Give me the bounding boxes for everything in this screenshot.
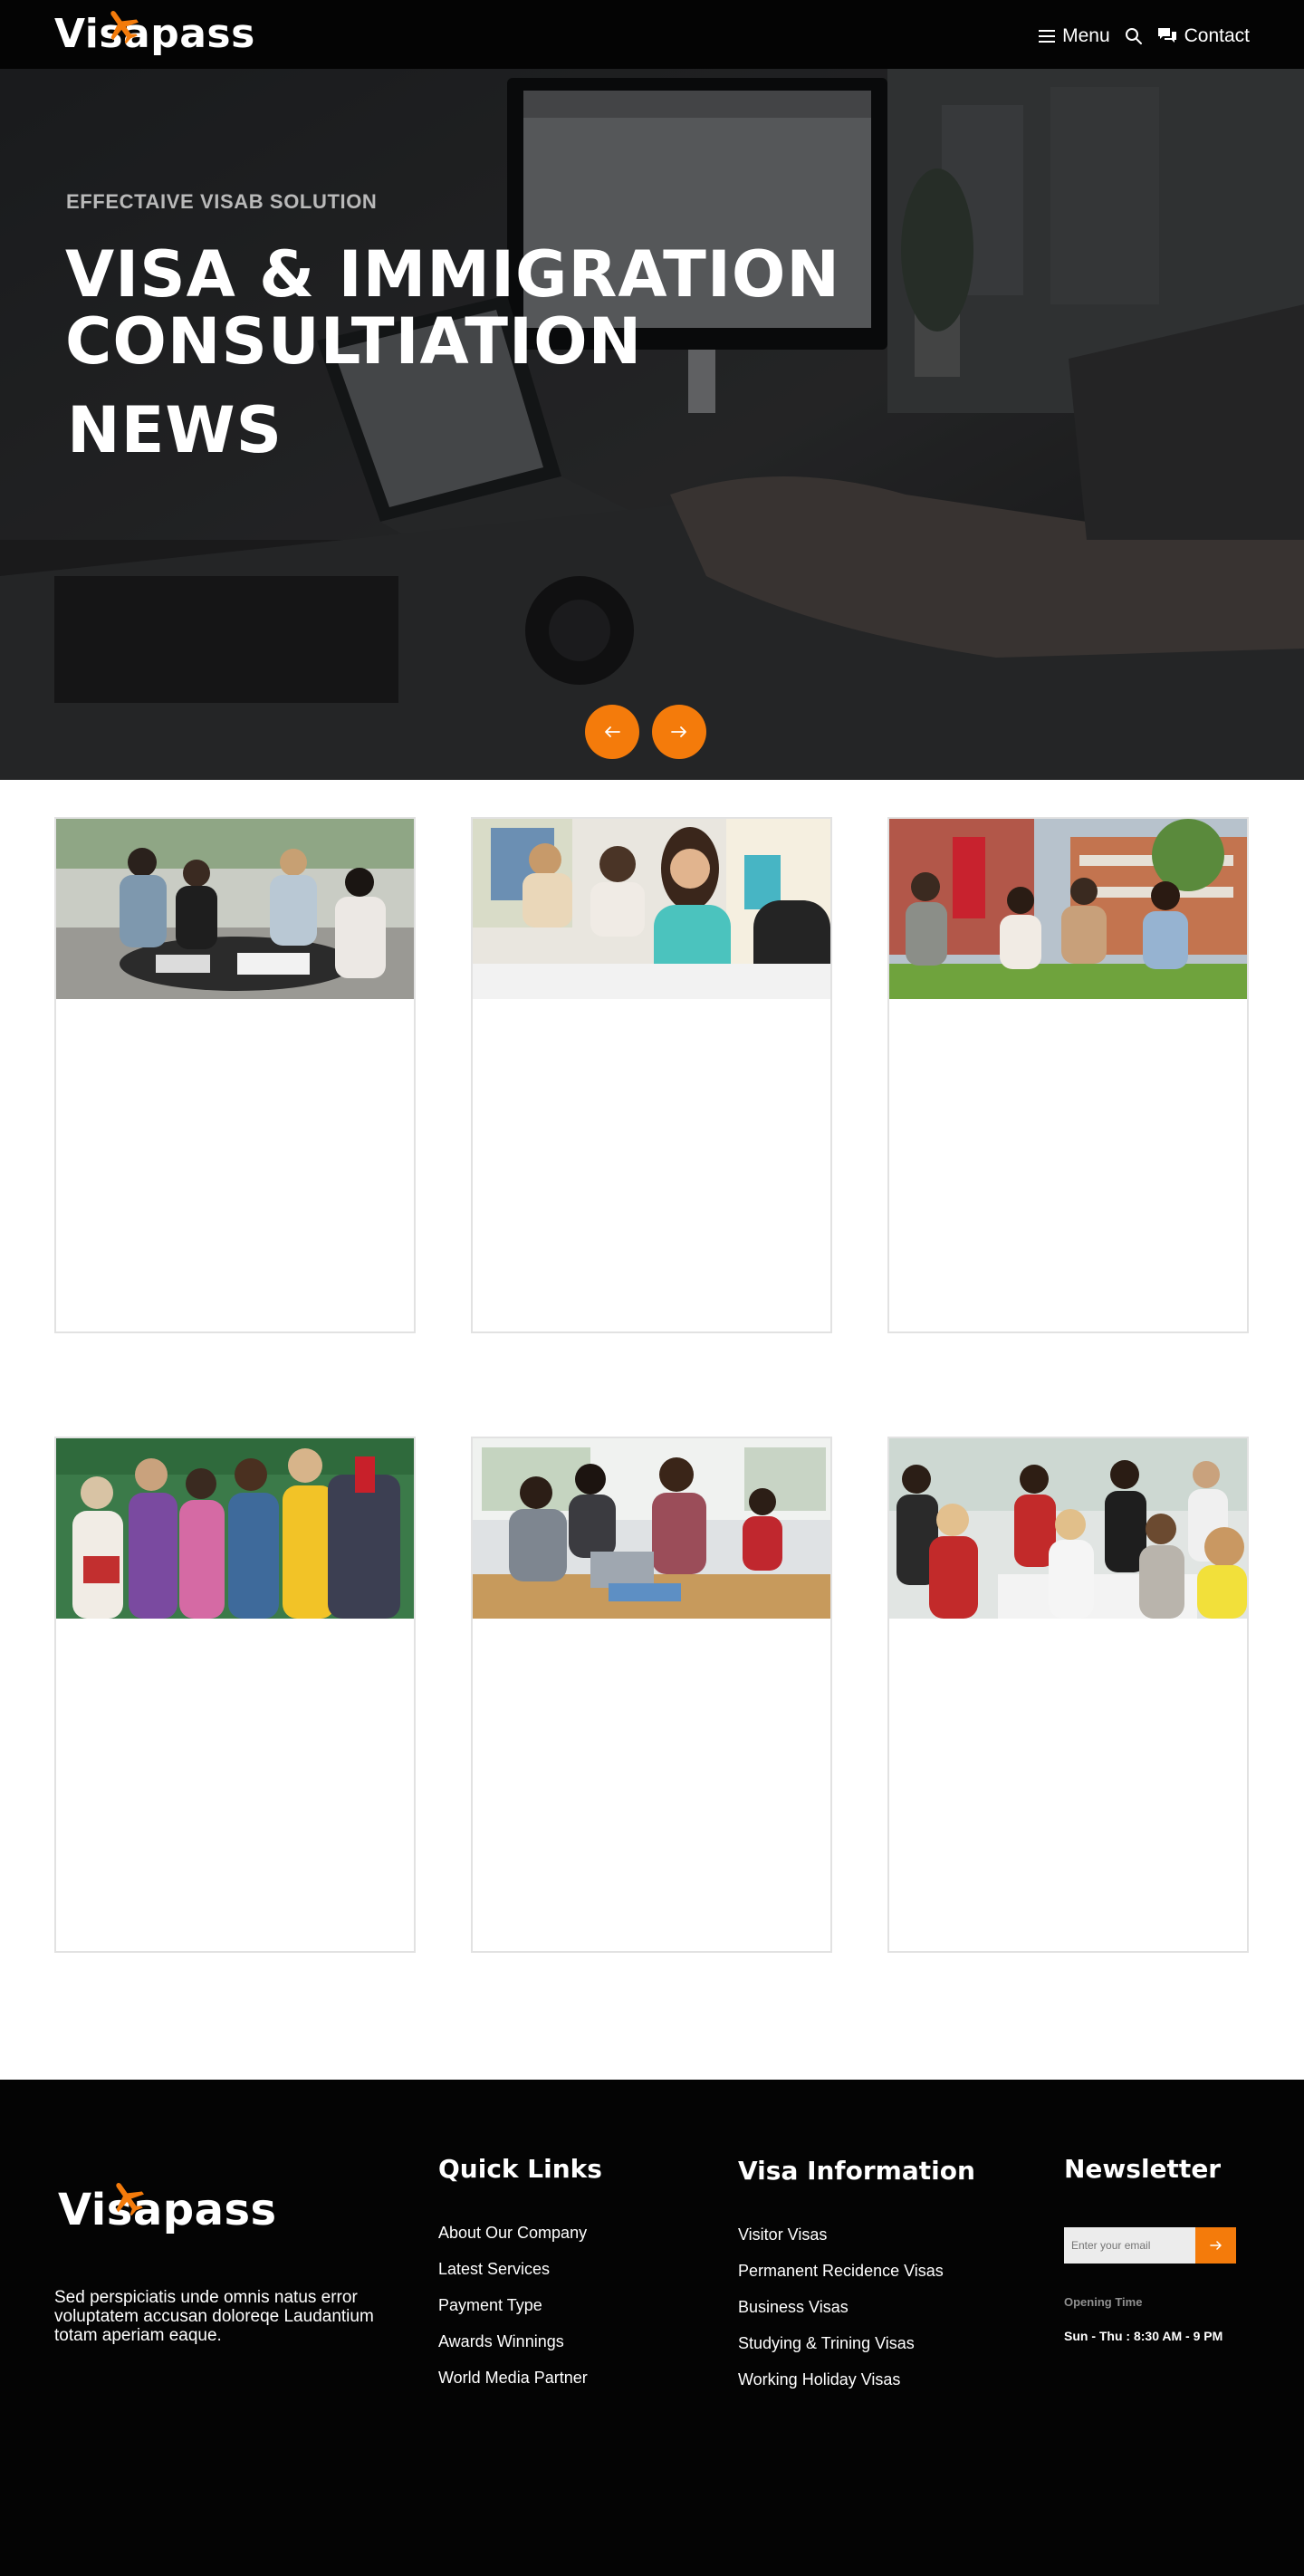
hamburger-icon (1039, 30, 1056, 43)
quick-link-media[interactable]: World Media Partner (438, 2368, 588, 2404)
hero-title-line1: VISA & IMMIGRATION (65, 237, 840, 312)
newsletter-title: Newsletter (1064, 2154, 1222, 2184)
news-card[interactable] (54, 1437, 416, 1953)
opening-time-value: Sun - Thu : 8:30 AM - 9 PM (1064, 2329, 1223, 2343)
footer-about-text: Sed perspiciatis unde omnis natus error … (54, 2288, 374, 2345)
brand-name: Visapass (54, 11, 255, 57)
student-in-class-photo (473, 819, 830, 999)
news-card[interactable] (54, 817, 416, 1333)
footer-logo[interactable]: Visapass (58, 2181, 277, 2239)
hero-title-line2: CONSULTIATION (65, 304, 643, 379)
news-card[interactable] (887, 817, 1249, 1333)
menu-button[interactable]: Menu (1039, 25, 1110, 47)
quick-links-list: About Our Company Latest Services Paymen… (438, 2223, 588, 2404)
quick-link-payment[interactable]: Payment Type (438, 2295, 588, 2331)
menu-label: Menu (1062, 25, 1110, 46)
slider-next-button[interactable] (652, 705, 706, 759)
visa-link-business[interactable]: Business Visas (738, 2297, 944, 2333)
students-group-photo (56, 1438, 414, 1619)
search-icon[interactable] (1125, 27, 1143, 45)
quick-link-about[interactable]: About Our Company (438, 2223, 588, 2259)
visa-link-working-holiday[interactable]: Working Holiday Visas (738, 2369, 944, 2406)
opening-time-label: Opening Time (1064, 2295, 1143, 2309)
students-with-laptop-photo (473, 1438, 830, 1619)
visa-info-title: Visa Information (738, 2156, 975, 2186)
brand-name: Visapass (58, 2185, 277, 2235)
quick-link-services[interactable]: Latest Services (438, 2259, 588, 2295)
newsletter-submit-button[interactable] (1195, 2227, 1236, 2264)
contact-label: Contact (1184, 25, 1250, 46)
site-header: Visapass Menu Contact (0, 0, 1304, 69)
hero-subtitle: EFFECTAIVE VISAB SOLUTION (66, 190, 378, 213)
visa-link-visitor[interactable]: Visitor Visas (738, 2225, 944, 2261)
arrow-right-icon (671, 726, 686, 737)
visa-link-study[interactable]: Studying & Trining Visas (738, 2333, 944, 2369)
arrow-left-icon (605, 726, 620, 737)
chat-icon (1157, 28, 1176, 43)
airplane-icon (110, 11, 139, 44)
students-study-group-photo (889, 1438, 1247, 1619)
hero-title: VISA & IMMIGRATION CONSULTIATION (65, 241, 840, 375)
newsletter-email-input[interactable] (1064, 2227, 1195, 2264)
visa-link-permanent[interactable]: Permanent Recidence Visas (738, 2261, 944, 2297)
students-on-lawn-photo (889, 819, 1247, 999)
visa-info-list: Visitor Visas Permanent Recidence Visas … (738, 2225, 944, 2406)
newsletter-form (1064, 2227, 1236, 2264)
header-logo[interactable]: Visapass (54, 7, 255, 62)
airplane-icon (116, 2183, 144, 2216)
students-at-table-photo (56, 819, 414, 999)
site-footer: Visapass Sed perspiciatis unde omnis nat… (0, 2080, 1304, 2576)
hero-title-line3: NEWS (67, 393, 283, 467)
news-card[interactable] (471, 817, 832, 1333)
quick-links-title: Quick Links (438, 2154, 602, 2184)
arrow-right-icon (1209, 2241, 1222, 2250)
slider-prev-button[interactable] (585, 705, 639, 759)
quick-link-awards[interactable]: Awards Winnings (438, 2331, 588, 2368)
hero-slider: EFFECTAIVE VISAB SOLUTION VISA & IMMIGRA… (0, 69, 1304, 780)
news-card[interactable] (887, 1437, 1249, 1953)
main-nav: Menu Contact (1039, 20, 1250, 53)
news-card[interactable] (471, 1437, 832, 1953)
contact-link[interactable]: Contact (1157, 25, 1250, 47)
